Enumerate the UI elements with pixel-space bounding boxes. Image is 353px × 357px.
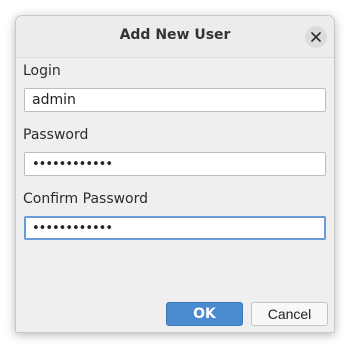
login-label: Login: [23, 63, 61, 79]
confirm-password-label: Confirm Password: [23, 191, 149, 207]
ok-button[interactable]: OK: [166, 302, 243, 326]
add-user-dialog: Add New User Login Password Confirm Pass…: [15, 15, 335, 333]
dialog-titlebar: Add New User: [16, 16, 334, 58]
password-input[interactable]: [24, 152, 326, 176]
dialog-title: Add New User: [119, 27, 231, 43]
close-button[interactable]: [305, 26, 327, 48]
confirm-password-input[interactable]: [24, 216, 326, 240]
password-label: Password: [23, 127, 89, 143]
cancel-button[interactable]: Cancel: [251, 302, 328, 326]
login-input[interactable]: [24, 88, 326, 112]
close-icon: [311, 32, 321, 42]
